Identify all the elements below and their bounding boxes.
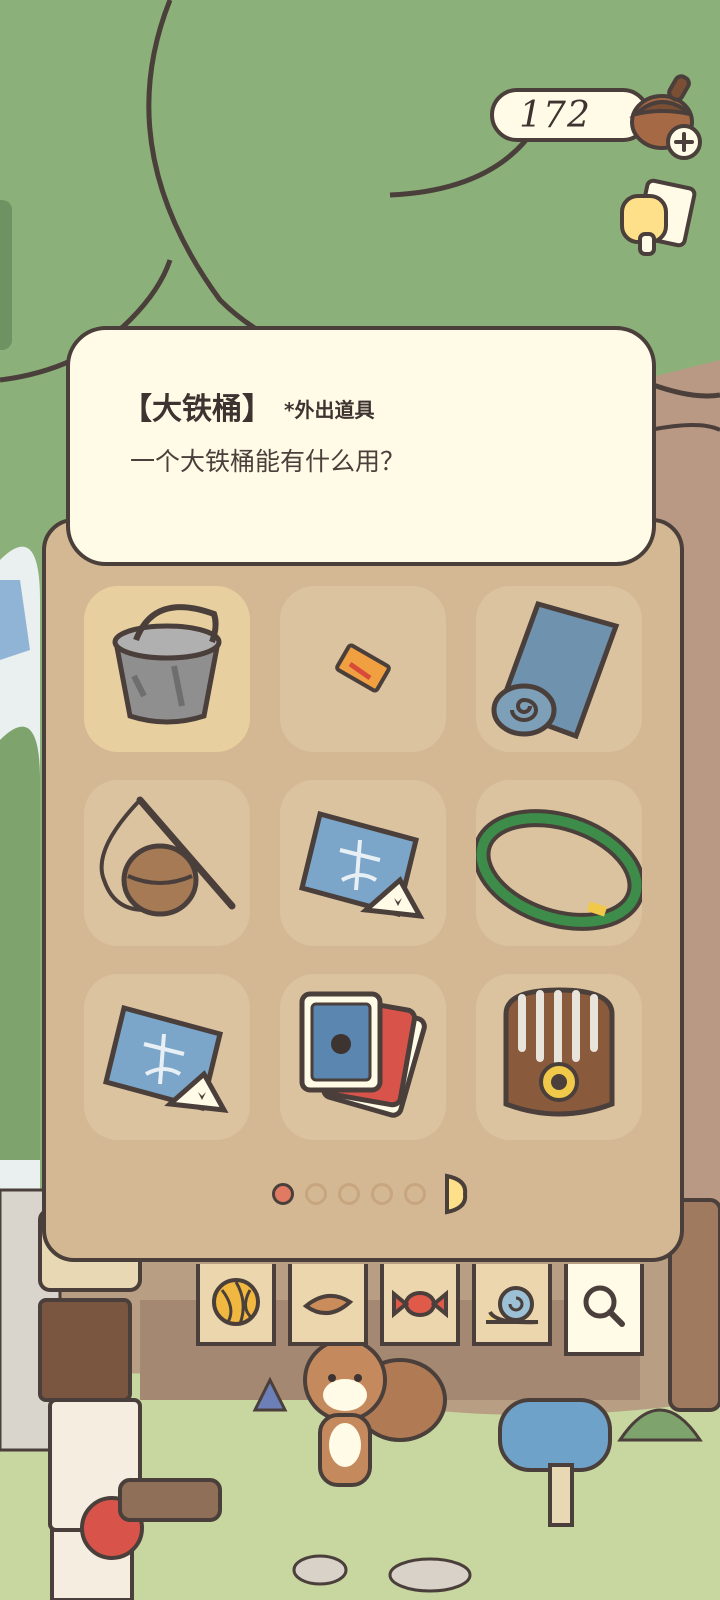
inventory-slot-fishing[interactable] bbox=[84, 780, 250, 946]
inventory-slot-bucket[interactable] bbox=[84, 586, 250, 752]
page-dot-4[interactable] bbox=[371, 1183, 393, 1205]
page-dot-5[interactable] bbox=[404, 1183, 426, 1205]
inventory-slot-mat[interactable] bbox=[476, 586, 642, 752]
ticket-icon bbox=[335, 643, 391, 693]
tab-candy[interactable] bbox=[380, 1264, 460, 1346]
tab-yarn[interactable] bbox=[196, 1264, 276, 1346]
item-info-card: 【大铁桶】 *外出道具 一个大铁桶能有什么用？ bbox=[66, 326, 656, 566]
rolled-mat-icon bbox=[491, 600, 620, 740]
inventory-slot-cards[interactable] bbox=[280, 974, 446, 1140]
yarn-ball-icon bbox=[212, 1278, 260, 1326]
item-description: 一个大铁桶能有什么用？ bbox=[130, 447, 406, 476]
item-title: 【大铁桶】 bbox=[122, 392, 272, 427]
inventory-slot-hoop[interactable] bbox=[476, 780, 642, 946]
inventory-slot-map-2[interactable] bbox=[84, 974, 250, 1140]
leaf-food-icon bbox=[302, 1294, 354, 1315]
metal-bucket-icon bbox=[112, 604, 222, 725]
letters-icon[interactable] bbox=[616, 176, 698, 258]
fishing-rod-basket-icon bbox=[99, 796, 236, 917]
inventory-slot-ticket[interactable] bbox=[280, 586, 446, 752]
acorn-icon[interactable] bbox=[628, 72, 708, 162]
inventory-panel bbox=[42, 518, 684, 1262]
tab-food[interactable] bbox=[288, 1264, 368, 1346]
snail-icon bbox=[486, 1286, 539, 1325]
tab-snail[interactable] bbox=[472, 1264, 552, 1346]
map-with-pie-icon bbox=[298, 810, 425, 920]
kalimba-icon bbox=[503, 987, 615, 1117]
game-scene: 172 【大铁桶】 *外出道具 一个大铁桶能有什么用？ bbox=[0, 0, 720, 1600]
map-with-pie-icon bbox=[102, 1004, 229, 1114]
magnifier-icon bbox=[583, 1285, 625, 1327]
page-dot-2[interactable] bbox=[305, 1183, 327, 1205]
page-dot-1[interactable] bbox=[272, 1183, 294, 1205]
next-page-arrow-icon[interactable] bbox=[443, 1172, 469, 1216]
playing-cards-icon bbox=[299, 991, 427, 1118]
inventory-slot-map-1[interactable] bbox=[280, 780, 446, 946]
acorn-count: 172 bbox=[519, 94, 591, 136]
candy-icon bbox=[392, 1289, 448, 1319]
tab-search[interactable] bbox=[564, 1264, 644, 1356]
page-dot-3[interactable] bbox=[338, 1183, 360, 1205]
pagination-dots bbox=[272, 1172, 469, 1216]
green-hoop-icon bbox=[476, 809, 642, 931]
item-tag: *外出道具 bbox=[284, 398, 375, 422]
inventory-slot-kalimba[interactable] bbox=[476, 974, 642, 1140]
acorn-counter: 172 bbox=[490, 88, 650, 142]
